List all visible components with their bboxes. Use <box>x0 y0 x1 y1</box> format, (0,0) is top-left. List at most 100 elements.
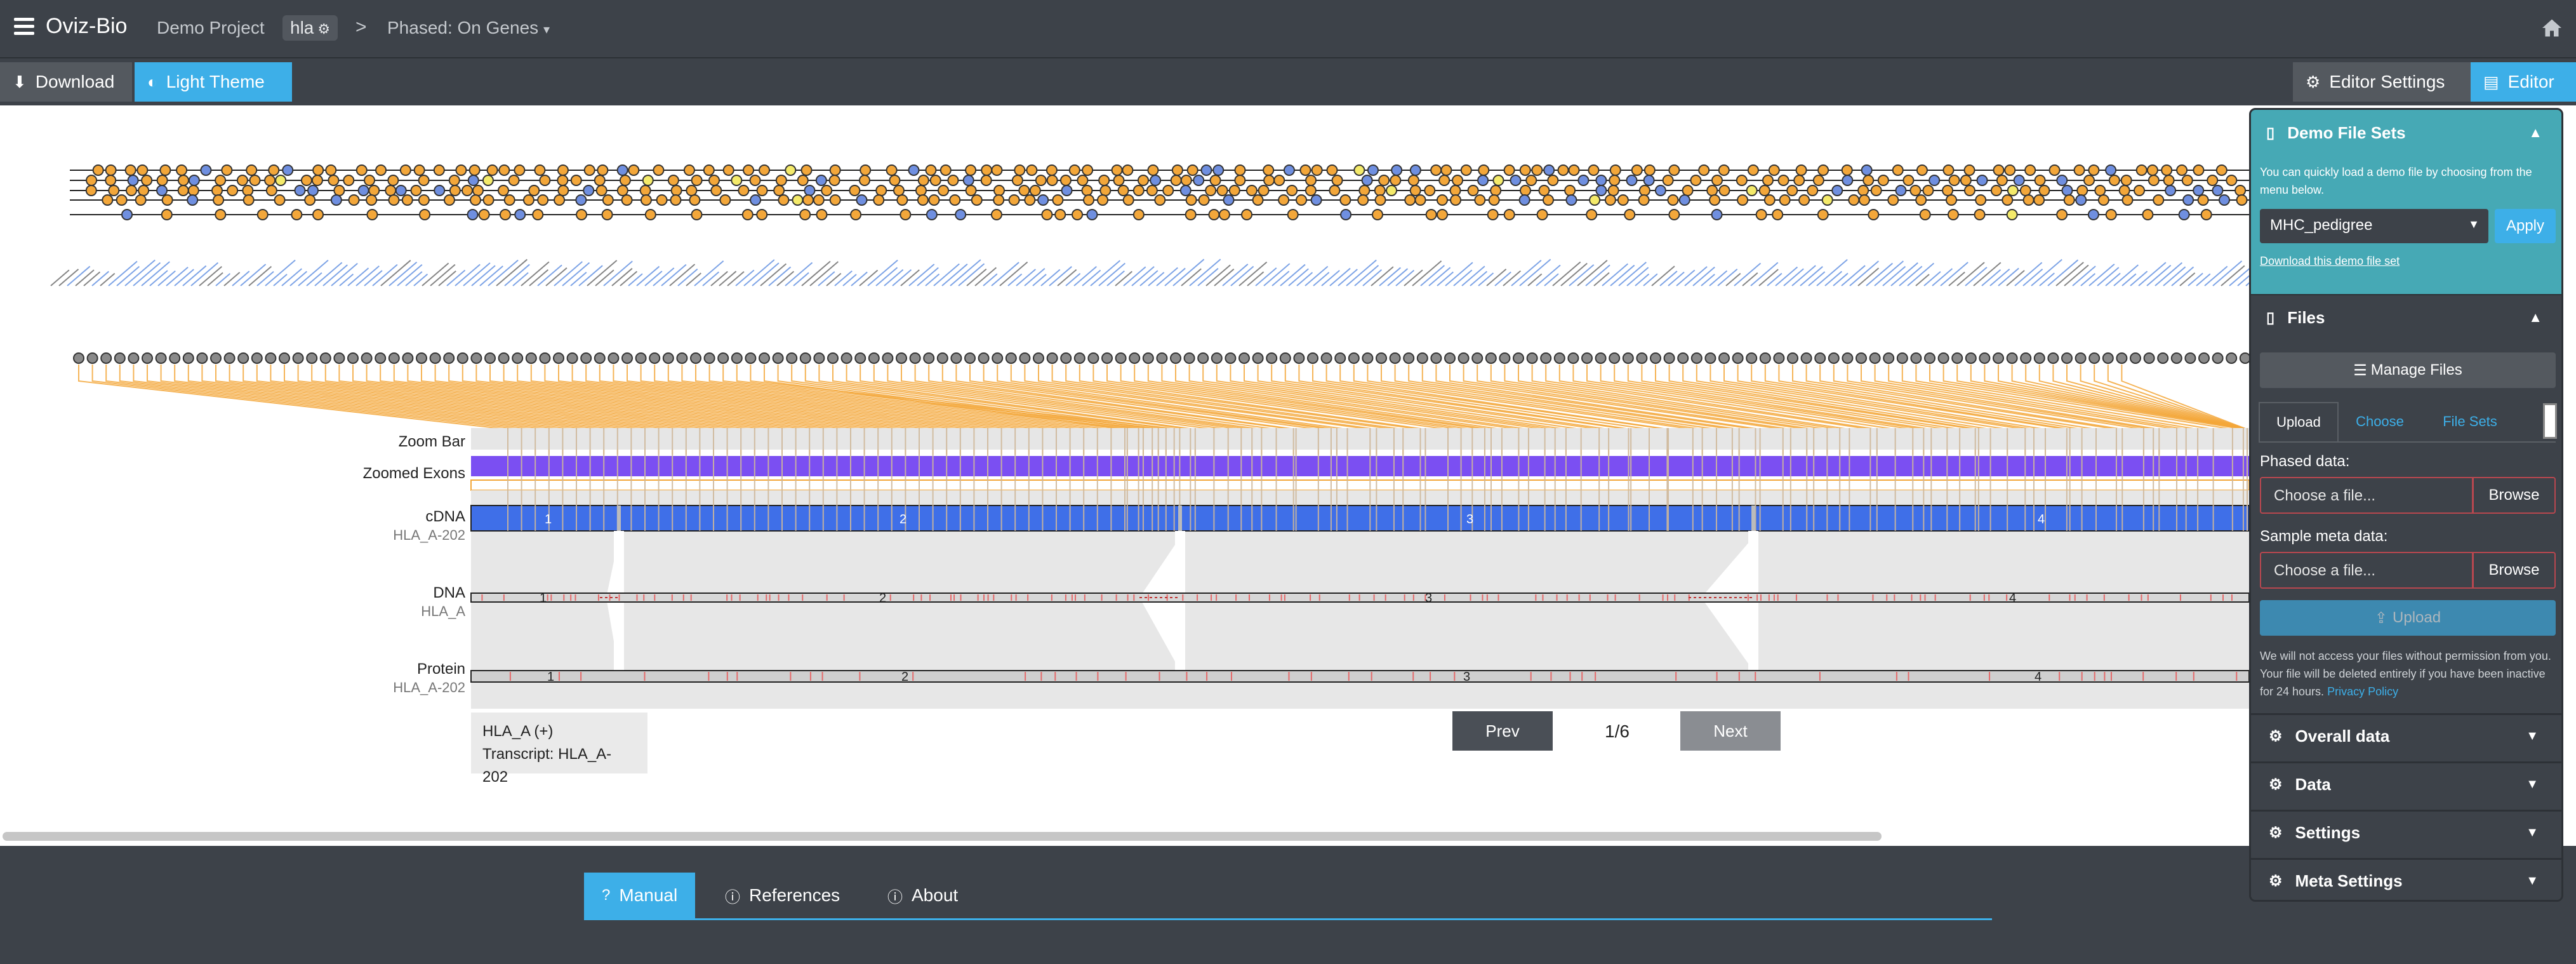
variant-dot <box>915 185 927 196</box>
data-header[interactable]: ⚙ Data ▼ <box>2251 761 2561 806</box>
editor-settings-button[interactable]: ⚙ Editor Settings <box>2293 62 2471 102</box>
variant-id-label <box>834 270 853 286</box>
cdna-exon-number: 2 <box>900 512 906 526</box>
variant-dot <box>1624 209 1636 220</box>
variant-dot <box>2234 185 2247 196</box>
variant-dot <box>343 175 355 186</box>
variant-id-label <box>1552 261 1581 286</box>
variant-dot <box>503 194 515 206</box>
position-dot <box>621 352 633 364</box>
tab-scrollbar[interactable] <box>2543 403 2557 439</box>
variant-id-label <box>1511 260 1542 286</box>
breadcrumb-project[interactable]: Demo Project <box>157 18 265 38</box>
variant-id-label <box>966 268 987 286</box>
variant-id-label <box>1486 269 1507 286</box>
demo-file-sets-title: Demo File Sets <box>2287 123 2406 142</box>
phased-browse-button[interactable]: Browse <box>2473 477 2556 514</box>
variant-id-label <box>339 273 354 286</box>
position-dot <box>498 352 510 364</box>
variant-dot <box>300 175 312 186</box>
tab-references[interactable]: ⓘ References <box>707 873 858 918</box>
variant-dot <box>2153 194 2165 206</box>
variant-dot <box>1586 209 1598 220</box>
upload-button[interactable]: ⇪ Upload <box>2260 600 2556 636</box>
project-badge[interactable]: hla ⚙ <box>282 15 338 41</box>
variant-id-label <box>124 259 156 286</box>
apply-button[interactable]: Apply <box>2495 209 2556 243</box>
editor-button[interactable]: ▤ Editor <box>2471 62 2576 102</box>
variant-dot <box>1960 175 1972 186</box>
variant-id-label <box>1717 268 1738 286</box>
variant-id-label <box>677 268 698 286</box>
meta-browse-button[interactable]: Browse <box>2473 552 2556 589</box>
sample-meta-input[interactable]: Choose a file... <box>2260 552 2473 589</box>
variant-dot <box>1690 175 1702 186</box>
manage-files-button[interactable]: ☰ Manage Files <box>2260 352 2556 388</box>
phase-dropdown[interactable]: Phased: On Genes ▾ <box>387 18 550 38</box>
position-dot <box>950 352 962 364</box>
prev-button[interactable]: Prev <box>1452 711 1553 751</box>
position-dot <box>1142 352 1154 364</box>
position-dot <box>2212 352 2224 364</box>
variant-dot <box>1371 209 1383 220</box>
privacy-policy-link[interactable]: Privacy Policy <box>2327 685 2398 698</box>
app-brand[interactable]: Oviz-Bio <box>46 14 127 39</box>
files-header[interactable]: ▯ Files ▲ <box>2251 294 2561 340</box>
position-dot <box>1773 352 1785 364</box>
position-dot <box>1609 352 1621 364</box>
variant-id-label <box>100 272 116 286</box>
tab-choose[interactable]: Choose <box>2340 402 2420 441</box>
variant-id-label <box>157 270 176 286</box>
variant-id-label <box>1024 268 1046 286</box>
variant-dot <box>1198 194 1210 206</box>
variant-dot <box>2182 194 2194 206</box>
tab-upload[interactable]: Upload <box>2259 402 2339 441</box>
demo-file-select[interactable]: MHC_pedigree ▼ <box>2260 209 2488 243</box>
variant-id-label <box>727 271 745 286</box>
position-dot <box>306 352 318 364</box>
variant-dot <box>557 185 569 196</box>
variant-dot <box>2108 175 2120 186</box>
variant-dot <box>1868 209 1880 220</box>
phased-data-input[interactable]: Choose a file... <box>2260 477 2473 514</box>
horizontal-scrollbar[interactable] <box>3 832 1882 841</box>
variant-dot <box>1278 194 1290 206</box>
position-dot <box>265 352 277 364</box>
home-icon[interactable] <box>2540 17 2563 39</box>
variant-dot <box>498 164 510 176</box>
download-button[interactable]: ⬇ Download <box>0 62 132 102</box>
variant-dot <box>2163 175 2175 186</box>
variant-id-label <box>1404 269 1423 286</box>
position-dot <box>1759 352 1771 364</box>
variant-id-label <box>859 269 879 286</box>
meta-settings-header[interactable]: ⚙ Meta Settings ▼ <box>2251 858 2561 900</box>
variant-dot <box>1662 175 1674 186</box>
variant-dot <box>2056 209 2068 220</box>
variant-dot <box>1916 164 1928 176</box>
variant-dot <box>1083 194 1095 206</box>
light-theme-button[interactable]: ◐ Light Theme <box>135 62 292 102</box>
tab-file-sets[interactable]: File Sets <box>2422 402 2518 441</box>
menu-icon[interactable] <box>14 18 34 38</box>
variant-dot <box>1857 185 1869 196</box>
protein-exon-number: 1 <box>547 670 554 684</box>
tab-manual[interactable]: ? Manual <box>584 873 696 918</box>
variant-id-label <box>1288 268 1309 286</box>
overall-data-header[interactable]: ⚙ Overall data ▼ <box>2251 713 2561 758</box>
variant-dot <box>597 164 609 176</box>
position-dot <box>1513 352 1524 364</box>
variant-dot <box>2105 164 2117 176</box>
demo-file-sets-header[interactable]: ▯ Demo File Sets ▲ <box>2251 110 2561 156</box>
variant-dot <box>570 175 582 186</box>
settings-header[interactable]: ⚙ Settings ▼ <box>2251 810 2561 854</box>
next-button[interactable]: Next <box>1680 711 1781 751</box>
position-dot <box>251 352 263 364</box>
download-demo-link[interactable]: Download this demo file set <box>2260 255 2400 268</box>
position-dot <box>731 352 743 364</box>
variant-dot <box>616 164 628 176</box>
variant-dot <box>949 194 961 206</box>
variant-dot <box>357 185 369 196</box>
variant-dot <box>1565 194 1577 206</box>
position-dot <box>1293 352 1305 364</box>
tab-about[interactable]: ⓘ About <box>870 873 976 918</box>
